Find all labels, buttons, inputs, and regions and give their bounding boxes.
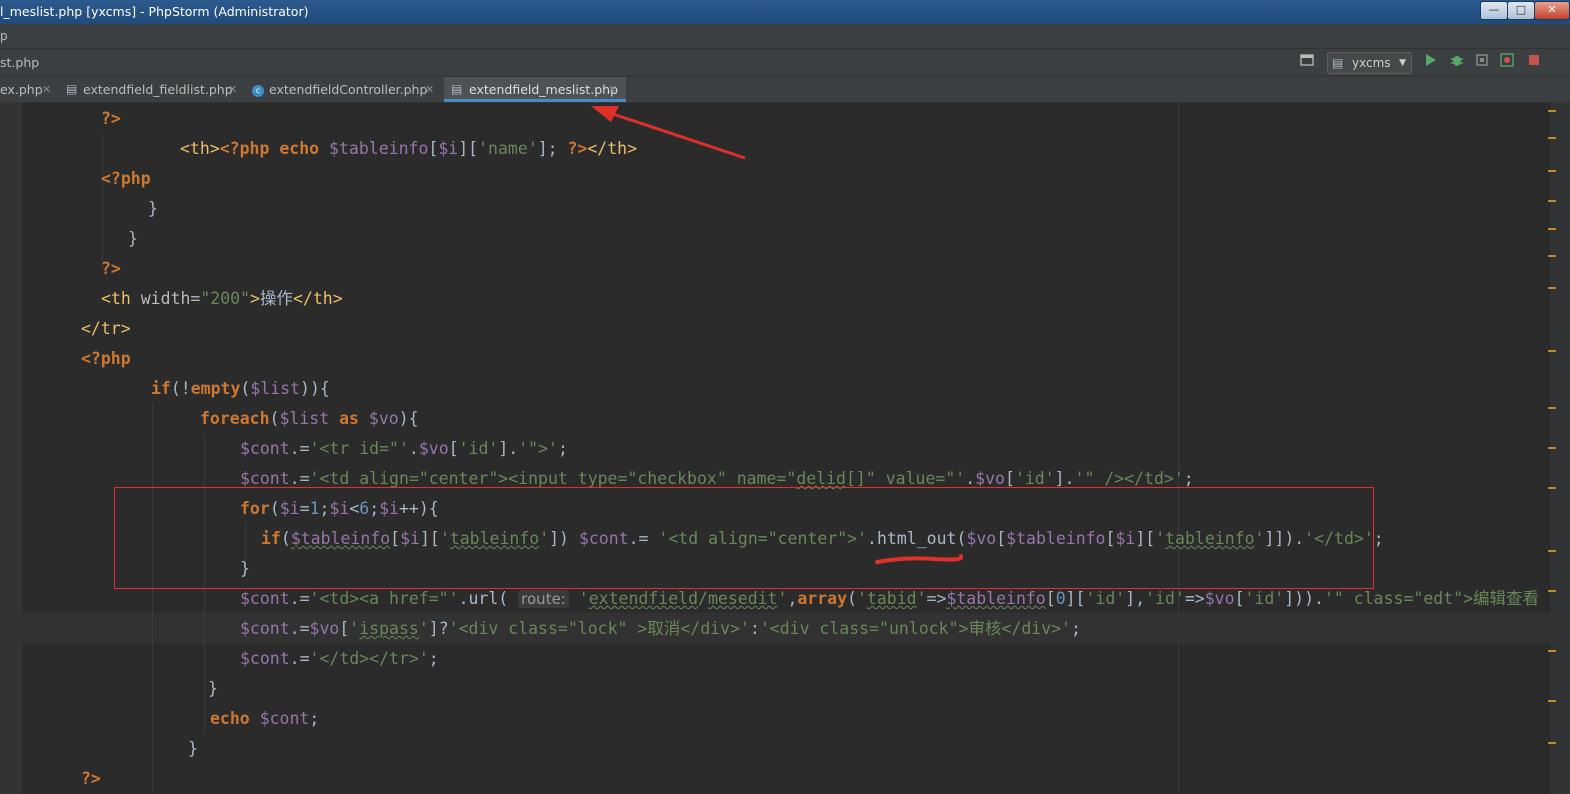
debug-icon[interactable] (1447, 53, 1467, 73)
code-line: foreach($list as $vo){ (200, 409, 419, 428)
error-stripe-marker[interactable] (1548, 700, 1556, 702)
php-file-icon: ▤ (451, 82, 463, 96)
tab-label: ex.php (0, 82, 43, 97)
error-stripe-marker[interactable] (1548, 407, 1556, 409)
error-stripe-marker[interactable] (1548, 350, 1556, 352)
navigation-bar: st.php ▤ yxcms ▼ (0, 49, 1570, 77)
chevron-down-icon: ▼ (1399, 58, 1406, 68)
run-configuration-selector[interactable]: ▤ yxcms ▼ (1327, 52, 1412, 74)
tab-extendfield-controller[interactable]: c extendfieldController.php ✕ (252, 77, 440, 102)
code-line: } (208, 679, 218, 698)
code-line: } (148, 199, 158, 218)
error-stripe-marker[interactable] (1548, 650, 1556, 652)
close-tab-icon[interactable]: ✕ (42, 77, 51, 102)
editor-gutter (0, 103, 22, 794)
maximize-button[interactable]: □ (1507, 1, 1535, 20)
window-title: l_meslist.php [yxcms] - PhpStorm (Admini… (0, 4, 309, 19)
error-stripe-marker[interactable] (1548, 550, 1556, 552)
error-stripe-marker[interactable] (1548, 255, 1556, 257)
error-stripe-marker[interactable] (1548, 170, 1556, 172)
error-stripe-marker[interactable] (1548, 137, 1556, 139)
error-stripe-marker[interactable] (1548, 110, 1556, 112)
close-tab-icon[interactable]: ✕ (425, 77, 434, 102)
menu-item-fragment[interactable]: p (0, 24, 8, 48)
error-stripe-marker[interactable] (1548, 287, 1556, 289)
code-line: $cont.='<tr id="'.$vo['id'].'">'; (240, 439, 568, 458)
close-button[interactable]: ✕ (1534, 1, 1570, 20)
coverage-icon[interactable] (1472, 53, 1492, 73)
minimize-button[interactable]: — (1480, 1, 1508, 20)
annotation-arrow (591, 106, 746, 160)
right-margin-guide (1178, 103, 1179, 794)
annotation-highlight-box (114, 487, 1374, 589)
indent-guide (102, 133, 104, 268)
error-stripe-marker[interactable] (1548, 487, 1556, 489)
code-line: ?> (101, 259, 121, 278)
run-icon[interactable] (1421, 53, 1441, 73)
tab-label: extendfield_meslist.php (469, 82, 619, 97)
error-stripe-marker[interactable] (1548, 447, 1556, 449)
code-line: } (128, 229, 138, 248)
error-stripe-marker[interactable] (1548, 200, 1556, 202)
layout-icon[interactable] (1297, 53, 1317, 73)
stop-icon[interactable] (1524, 53, 1544, 73)
tab-extendfield-fieldlist[interactable]: ▤ extendfield_fieldlist.php ✕ (66, 77, 242, 102)
editor-tab-bar: ex.php ✕ ▤ extendfield_fieldlist.php ✕ c… (0, 77, 1570, 103)
error-stripe-marker[interactable] (1548, 742, 1556, 744)
code-line: $cont.=$vo['ispass']?'<div class="lock" … (240, 619, 1081, 638)
code-text: 操作 (259, 289, 293, 308)
code-line: <?php (101, 169, 151, 188)
code-line: ?> (101, 109, 121, 128)
error-stripe-marker[interactable] (1548, 590, 1556, 592)
menu-bar: p (0, 24, 1570, 49)
window-title-bar: l_meslist.php [yxcms] - PhpStorm (Admini… (0, 0, 1570, 24)
code-line: if(!empty($list)){ (151, 379, 330, 398)
code-text: 编辑查看 (1473, 589, 1540, 608)
code-line: $cont.='</td></tr>'; (240, 649, 439, 668)
code-editor[interactable]: ?> <th><?php echo $tableinfo[$i]['name']… (0, 103, 1550, 794)
profile-icon[interactable] (1497, 53, 1517, 73)
tab-extendfield-meslist[interactable]: ▤ extendfield_meslist.php ✕ (444, 77, 626, 102)
code-line: ?> (81, 769, 101, 788)
tab-ex-php[interactable]: ex.php ✕ (0, 77, 56, 102)
error-stripe-marker[interactable] (1548, 228, 1556, 230)
parameter-hint: route: (518, 590, 569, 608)
close-tab-icon[interactable]: ✕ (608, 77, 617, 102)
run-configuration-label: yxcms (1352, 56, 1391, 70)
code-line: <?php (81, 349, 131, 368)
code-text: 取消 (647, 619, 681, 638)
tab-label: extendfield_fieldlist.php (83, 82, 233, 97)
code-line: </tr> (81, 319, 131, 338)
tab-label: extendfieldController.php (269, 82, 428, 97)
code-line: } (188, 739, 198, 758)
code-line: echo $cont; (210, 709, 320, 728)
code-text: 审核 (968, 619, 1002, 638)
close-tab-icon[interactable]: ✕ (228, 77, 237, 102)
annotation-underline (875, 554, 963, 564)
php-file-icon: ▤ (66, 82, 78, 96)
code-line: <th width="200">操作</th> (101, 289, 343, 308)
code-line: <th><?php echo $tableinfo[$i]['name']; ?… (180, 139, 638, 158)
class-icon: c (252, 77, 264, 102)
breadcrumb[interactable]: st.php (0, 49, 39, 76)
php-config-icon: ▤ (1332, 56, 1344, 70)
indent-guide (152, 403, 154, 793)
